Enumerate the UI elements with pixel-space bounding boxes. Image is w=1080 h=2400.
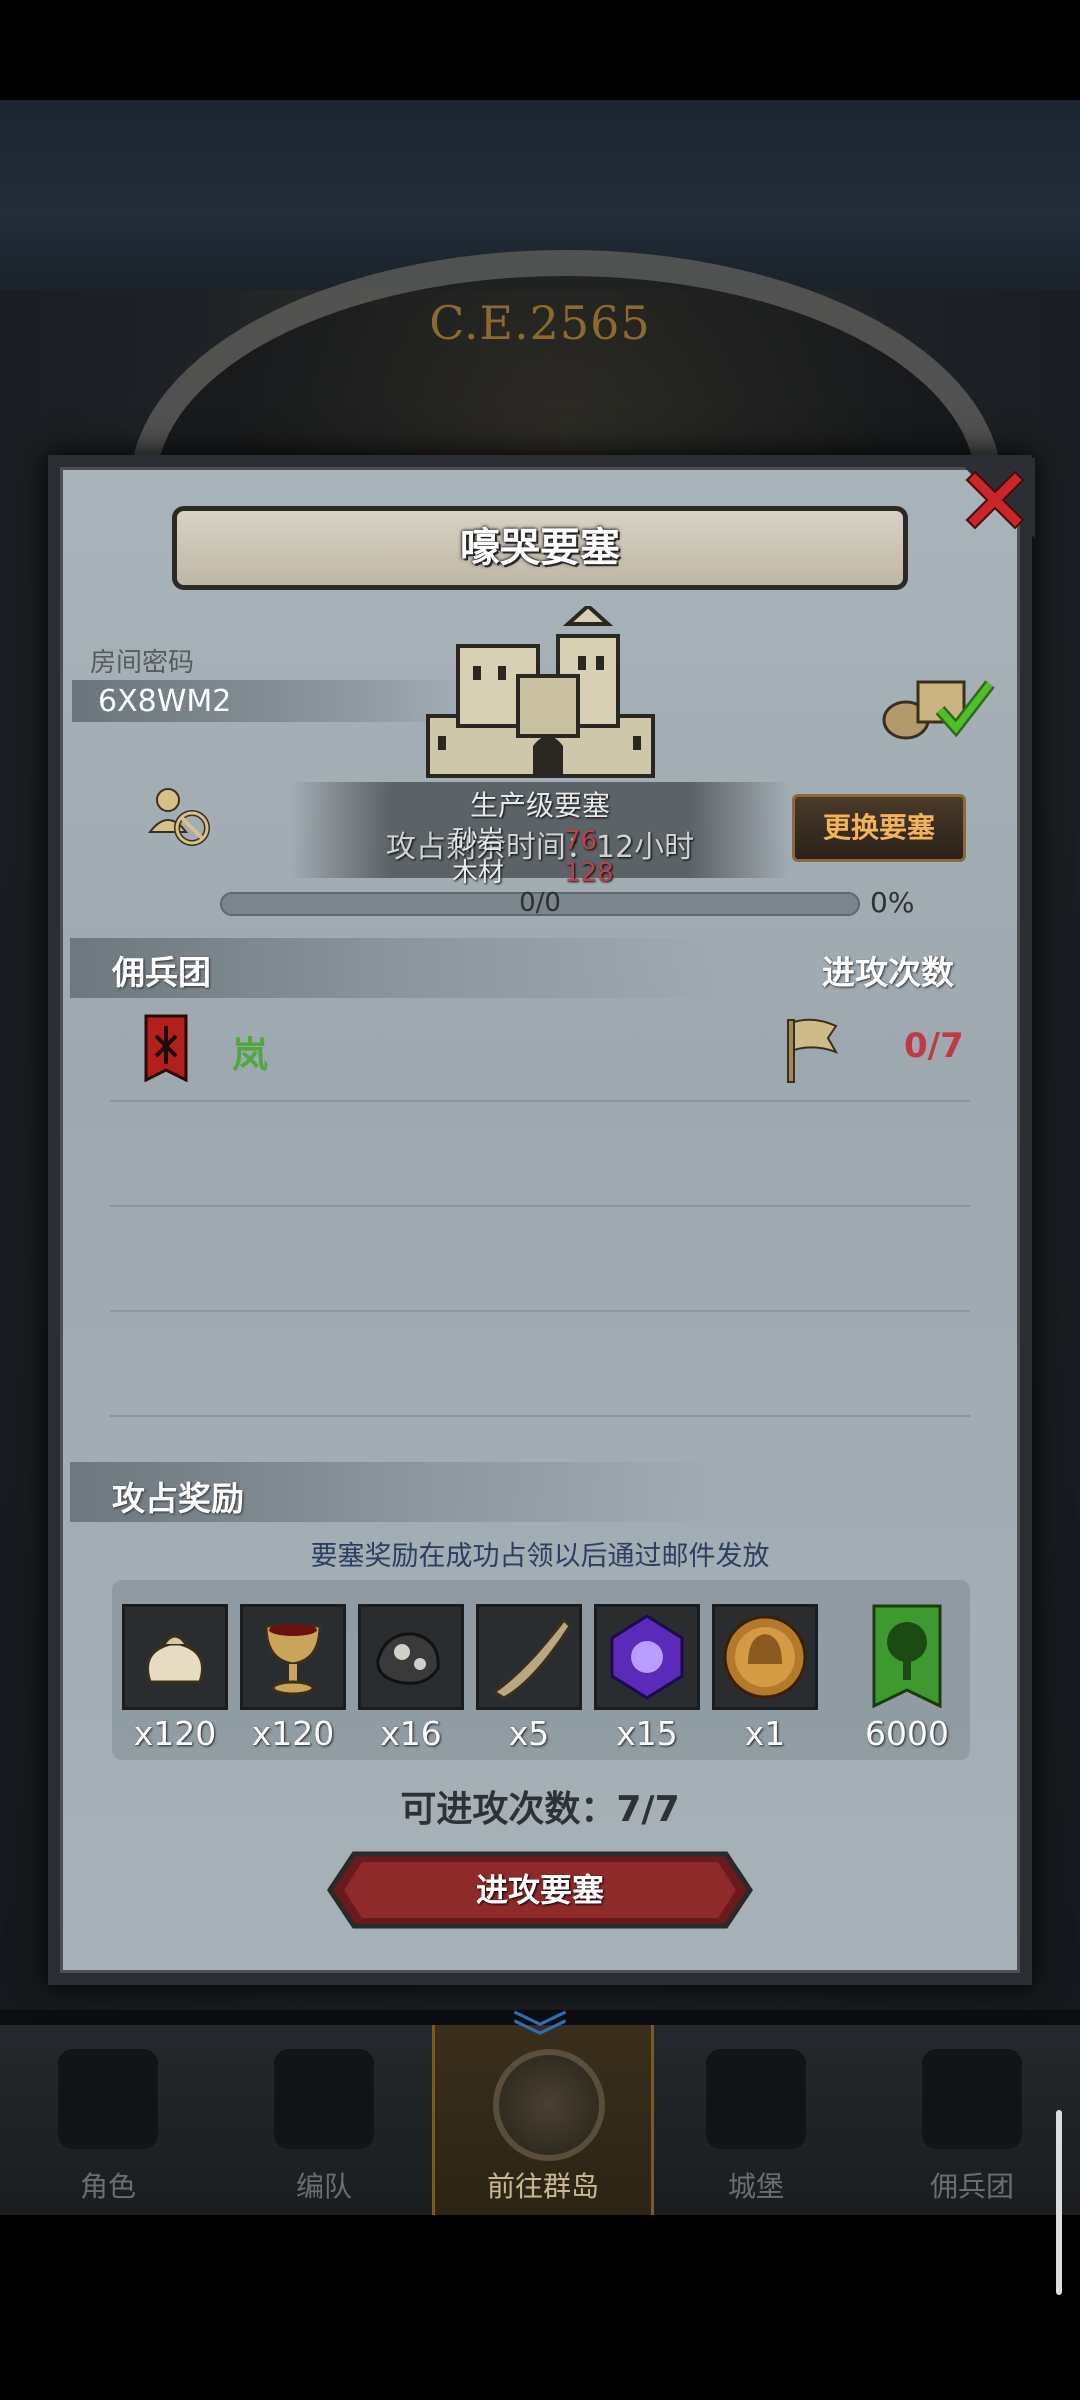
divider xyxy=(110,1100,970,1102)
gesture-area xyxy=(0,2215,1080,2400)
purple-gem-icon xyxy=(610,1614,684,1700)
castle-icon xyxy=(706,2049,806,2149)
helmet-icon xyxy=(274,2049,374,2149)
chevron-down-icon: ︾ xyxy=(512,2007,568,2072)
reward-slot[interactable] xyxy=(594,1604,700,1710)
scrollbar[interactable] xyxy=(1056,2110,1062,2295)
reward-slot[interactable] xyxy=(358,1604,464,1710)
progress-percent: 0% xyxy=(870,886,915,919)
progress-text: 0/0 xyxy=(519,888,561,918)
guild-banner-icon xyxy=(144,1014,188,1082)
reward-header: 攻占奖励 xyxy=(112,1479,244,1518)
reward-qty: x16 xyxy=(380,1714,442,1753)
nav-label: 前往群岛 xyxy=(486,2170,599,2203)
castle-icon xyxy=(426,606,655,778)
tower-icon xyxy=(922,2049,1022,2149)
reward-slot[interactable] xyxy=(240,1604,346,1710)
chest-check-icon[interactable] xyxy=(878,672,998,742)
nav-item-mercenary[interactable]: 佣兵团 xyxy=(864,2025,1080,2215)
nav-item-castle[interactable]: 城堡 xyxy=(648,2025,864,2215)
attack-count-header: 进攻次数 xyxy=(822,953,954,992)
horn-icon xyxy=(491,1617,572,1700)
divider xyxy=(110,1310,970,1312)
attempts-remaining: 可进攻次数：7/7 xyxy=(400,1789,680,1830)
attack-count: 0/7 xyxy=(904,1026,964,1066)
era-label: C.E.2565 xyxy=(429,296,651,350)
helmet-coin-icon xyxy=(723,1615,807,1699)
reward-slot[interactable] xyxy=(712,1604,818,1710)
reward-qty: x120 xyxy=(133,1714,217,1753)
goblet-icon xyxy=(264,1624,322,1696)
reward-note: 要塞奖励在成功占领以后通过邮件发放 xyxy=(310,1541,770,1572)
fortress-type: 生产级要塞 xyxy=(469,789,610,822)
reward-qty: x1 xyxy=(744,1714,786,1753)
resource-value: 128 xyxy=(564,858,614,888)
status-bar xyxy=(0,0,1080,100)
attack-button-label: 进攻要塞 xyxy=(475,1871,604,1909)
reward-qty: x5 xyxy=(508,1714,550,1753)
room-code[interactable]: 6X8WM2 xyxy=(98,684,231,719)
nav-label: 佣兵团 xyxy=(929,2170,1014,2203)
close-icon xyxy=(955,458,1035,538)
divider xyxy=(110,1415,970,1417)
reward-slot[interactable] xyxy=(476,1604,582,1710)
resource-wood: 木材 128 xyxy=(452,852,614,889)
nav-label: 城堡 xyxy=(727,2170,784,2203)
resource-label: 木材 xyxy=(452,858,505,888)
reward-qty: x120 xyxy=(251,1714,335,1753)
nav-label: 角色 xyxy=(79,2170,136,2203)
sack-icon xyxy=(146,1634,204,1684)
divider xyxy=(110,1205,970,1207)
title-banner: 嚎哭要塞 xyxy=(172,506,908,590)
reward-qty: 6000 xyxy=(865,1714,949,1753)
no-entry-person-icon[interactable] xyxy=(146,786,214,848)
mercenary-header: 佣兵团 xyxy=(112,953,211,992)
dialog-title: 嚎哭要塞 xyxy=(460,525,620,571)
reward-qty: x15 xyxy=(616,1714,678,1753)
reward-slot[interactable] xyxy=(122,1604,228,1710)
guild-name[interactable]: 岚 xyxy=(232,1026,268,1078)
nav-item-character[interactable]: 角色 xyxy=(0,2025,216,2215)
ore-icon xyxy=(376,1632,440,1685)
nav-label: 编队 xyxy=(295,2170,352,2203)
tree-banner-icon xyxy=(872,1604,942,1709)
attack-fortress-button[interactable]: 进攻要塞 xyxy=(326,1850,754,1930)
flag-icon xyxy=(787,1018,839,1083)
reward-slot[interactable] xyxy=(854,1604,960,1710)
knight-icon xyxy=(58,2049,158,2149)
close-button[interactable] xyxy=(955,458,1035,538)
nav-item-team[interactable]: 编队 xyxy=(216,2025,432,2215)
room-code-label: 房间密码 xyxy=(90,648,195,678)
change-fortress-button[interactable]: 更换要塞 xyxy=(792,794,966,862)
